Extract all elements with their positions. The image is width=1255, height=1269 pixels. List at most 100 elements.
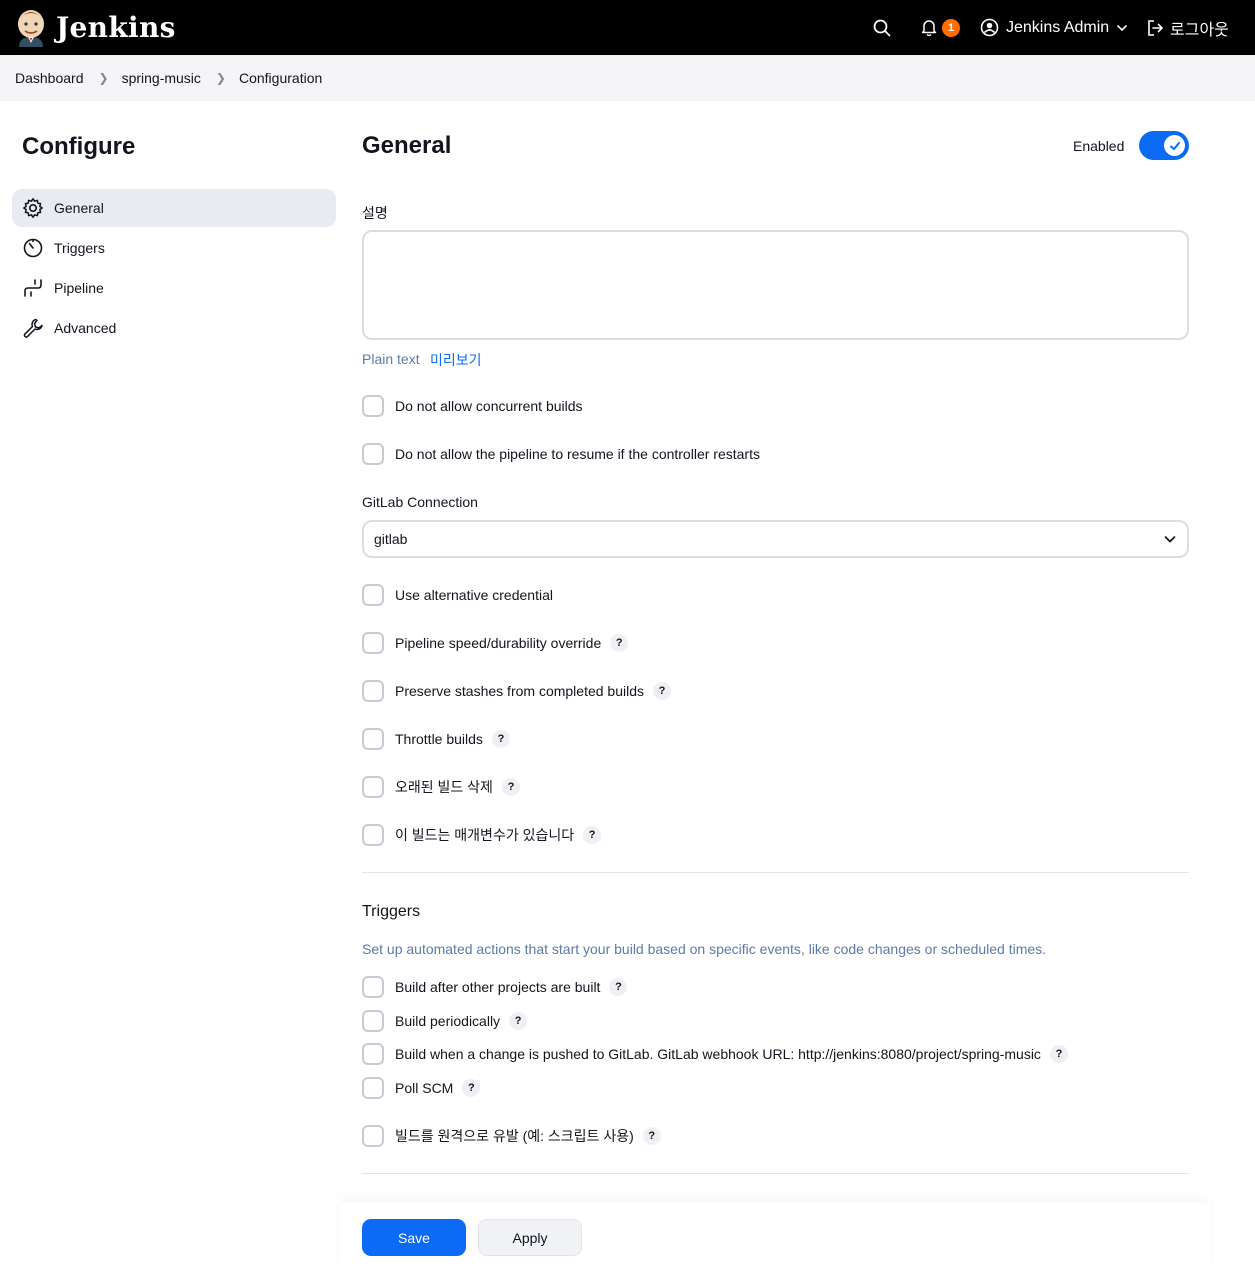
sidebar-item-advanced[interactable]: Advanced (12, 309, 336, 347)
section-divider (362, 872, 1189, 873)
action-bar (340, 1203, 1210, 1269)
help-icon[interactable]: ? (509, 1012, 528, 1030)
checkbox-discard-old-builds[interactable]: 오래된 빌드 삭제 ? (362, 776, 520, 798)
checkbox-gitlab-push[interactable]: Build when a change is pushed to GitLab.… (362, 1043, 1068, 1065)
checkbox-poll-scm[interactable]: Poll SCM ? (362, 1077, 481, 1099)
bell-icon (921, 20, 937, 37)
checkbox[interactable] (362, 1043, 384, 1065)
check-icon (1169, 141, 1180, 150)
checkbox-no-resume[interactable]: Do not allow the pipeline to resume if t… (362, 443, 760, 465)
sidebar-item-label: Advanced (54, 320, 117, 336)
checkbox[interactable] (362, 728, 384, 750)
timer-icon (23, 238, 43, 258)
checkbox[interactable] (362, 1125, 384, 1147)
page-title: General (362, 132, 452, 159)
checkbox[interactable] (362, 976, 384, 998)
checkbox-concurrent-builds[interactable]: Do not allow concurrent builds (362, 395, 583, 417)
checkbox-label: 오래된 빌드 삭제 (395, 779, 493, 795)
help-icon[interactable]: ? (491, 730, 510, 748)
checkbox-preserve-stashes[interactable]: Preserve stashes from completed builds ? (362, 680, 671, 702)
sidebar-item-pipeline[interactable]: Pipeline (12, 269, 336, 307)
sidebar-item-triggers[interactable]: Triggers (12, 229, 336, 267)
chevron-right-icon: ❯ (215, 71, 226, 85)
checkbox-alt-credential[interactable]: Use alternative credential (362, 584, 553, 606)
help-icon[interactable]: ? (642, 1127, 661, 1145)
description-label: 설명 (362, 205, 388, 221)
top-header: Jenkins 1 Jenkins Admin 로그아웃 (0, 0, 1255, 55)
checkbox-label: Build periodically (395, 1013, 501, 1029)
logout-icon (1148, 19, 1164, 36)
help-icon[interactable]: ? (653, 682, 671, 700)
checkbox-durability-override[interactable]: Pipeline speed/durability override ? (362, 632, 629, 654)
select-value: gitlab (374, 531, 408, 547)
help-icon[interactable]: ? (583, 826, 602, 844)
checkbox-label: 빌드를 원격으로 유발 (예: 스크립트 사용) (395, 1128, 634, 1144)
sidebar-item-label: General (54, 200, 104, 216)
jenkins-butler-icon (18, 10, 44, 47)
chevron-down-icon (1117, 24, 1127, 31)
chevron-right-icon: ❯ (98, 71, 109, 85)
checkbox-label: Build after other projects are built (395, 979, 601, 995)
help-icon[interactable]: ? (610, 634, 629, 652)
checkbox[interactable] (362, 824, 384, 846)
pipeline-icon (24, 279, 42, 297)
sidebar-item-label: Pipeline (54, 280, 104, 296)
description-textarea[interactable] (362, 230, 1189, 340)
logout-button[interactable]: 로그아웃 (1140, 11, 1229, 44)
enabled-label: Enabled (1073, 138, 1125, 154)
save-button[interactable]: Save (362, 1219, 466, 1256)
checkbox-label: Do not allow concurrent builds (395, 398, 583, 414)
checkbox-throttle-builds[interactable]: Throttle builds ? (362, 728, 510, 750)
checkbox[interactable] (362, 395, 384, 417)
wrench-icon (23, 318, 43, 338)
apply-button[interactable]: Apply (478, 1219, 582, 1256)
toggle-knob (1164, 135, 1185, 156)
sidebar-item-general[interactable]: General (12, 189, 336, 227)
help-icon[interactable]: ? (609, 978, 628, 996)
jenkins-logo[interactable]: Jenkins (14, 7, 176, 47)
checkbox-build-periodically[interactable]: Build periodically ? (362, 1010, 528, 1032)
notification-badge: 1 (942, 18, 960, 37)
chevron-down-icon (1164, 536, 1176, 543)
checkbox[interactable] (362, 1010, 384, 1032)
sidebar-title: Configure (22, 133, 136, 160)
checkbox[interactable] (362, 776, 384, 798)
checkbox[interactable] (362, 584, 384, 606)
checkbox[interactable] (362, 680, 384, 702)
checkbox-label: Poll SCM (395, 1080, 454, 1096)
user-name: Jenkins Admin (1006, 18, 1110, 36)
logo-text: Jenkins (56, 10, 176, 44)
gear-icon (23, 198, 43, 218)
checkbox-label: Do not allow the pipeline to resume if t… (395, 446, 760, 462)
checkbox-label: 이 빌드는 매개변수가 있습니다 (395, 827, 575, 843)
section-divider (362, 1173, 1189, 1174)
checkbox[interactable] (362, 443, 384, 465)
checkbox-parameterized[interactable]: 이 빌드는 매개변수가 있습니다 ? (362, 824, 602, 846)
user-icon (980, 18, 999, 37)
breadcrumb-dashboard[interactable]: Dashboard (15, 70, 84, 86)
breadcrumb-job[interactable]: spring-music (122, 70, 201, 86)
checkbox-label: Preserve stashes from completed builds (395, 683, 644, 699)
notifications-button[interactable]: 1 (914, 11, 966, 44)
search-button[interactable] (865, 11, 898, 44)
logout-label: 로그아웃 (1170, 21, 1229, 39)
checkbox-build-after-other[interactable]: Build after other projects are built ? (362, 976, 628, 998)
checkbox[interactable] (362, 632, 384, 654)
checkbox[interactable] (362, 1077, 384, 1099)
checkbox-label: Use alternative credential (395, 587, 553, 603)
search-icon (873, 19, 890, 36)
breadcrumb-configuration[interactable]: Configuration (239, 70, 322, 86)
help-icon[interactable]: ? (501, 778, 520, 796)
help-icon[interactable]: ? (462, 1079, 481, 1097)
checkbox-remote-trigger[interactable]: 빌드를 원격으로 유발 (예: 스크립트 사용) ? (362, 1125, 661, 1147)
gitlab-connection-label: GitLab Connection (362, 494, 478, 510)
help-icon[interactable]: ? (1049, 1045, 1068, 1063)
user-menu[interactable]: Jenkins Admin (974, 11, 1128, 44)
enabled-toggle[interactable] (1139, 131, 1189, 160)
plain-text-label: Plain text (362, 351, 420, 367)
preview-link[interactable]: 미리보기 (430, 350, 482, 370)
checkbox-label: Build when a change is pushed to GitLab.… (395, 1046, 1041, 1062)
gitlab-connection-select[interactable]: gitlab (362, 520, 1189, 558)
triggers-section-title: Triggers (362, 903, 421, 920)
checkbox-label: Pipeline speed/durability override (395, 635, 602, 651)
